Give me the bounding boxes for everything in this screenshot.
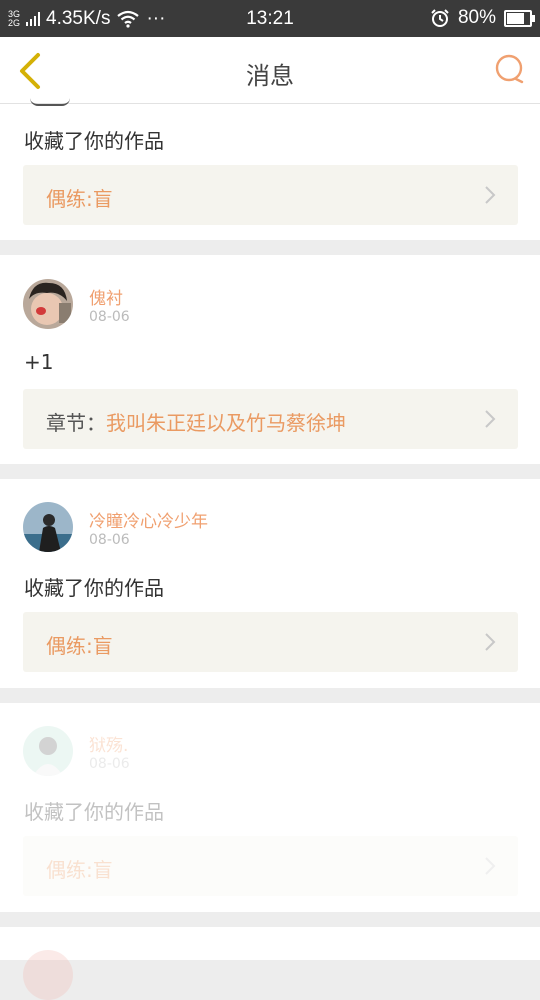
username[interactable]: 傀衬 bbox=[89, 284, 123, 309]
message-card: 收藏了你的作品 偶练:盲 bbox=[0, 104, 540, 240]
reference-title: 偶练:盲 bbox=[46, 187, 113, 211]
battery-icon bbox=[504, 9, 535, 27]
avatar[interactable] bbox=[23, 279, 73, 329]
username[interactable]: 狱殇. bbox=[89, 731, 128, 756]
message-card bbox=[0, 927, 540, 1000]
message-card: 冷瞳冷心冷少年 08-06 收藏了你的作品 偶练:盲 bbox=[0, 479, 540, 688]
reference-link[interactable]: 偶练:盲 bbox=[23, 165, 518, 225]
reference-link[interactable]: 偶练:盲 bbox=[23, 836, 518, 896]
chevron-right-icon bbox=[485, 857, 496, 875]
alarm-icon bbox=[431, 9, 449, 27]
message-date: 08-06 bbox=[89, 756, 130, 772]
avatar[interactable] bbox=[23, 950, 73, 1000]
reference-title: 偶练:盲 bbox=[46, 634, 113, 658]
message-text: +1 bbox=[24, 350, 54, 374]
avatar-partial bbox=[30, 98, 70, 106]
message-date: 08-06 bbox=[89, 532, 130, 548]
avatar[interactable] bbox=[23, 502, 73, 552]
message-text: 收藏了你的作品 bbox=[24, 576, 164, 600]
message-card: 狱殇. 08-06 收藏了你的作品 偶练:盲 bbox=[0, 703, 540, 912]
status-bar: 3G 2G 4.35K/s ··· 13:21 80% bbox=[0, 0, 540, 37]
search-button[interactable] bbox=[494, 53, 526, 85]
chevron-right-icon bbox=[485, 186, 496, 204]
message-text: 收藏了你的作品 bbox=[24, 800, 164, 824]
avatar[interactable] bbox=[23, 726, 73, 776]
message-date: 08-06 bbox=[89, 309, 130, 325]
reference-label: 章节： bbox=[46, 411, 106, 435]
reference-link[interactable]: 章节：我叫朱正廷以及竹马蔡徐坤 bbox=[23, 389, 518, 449]
battery-percent: 80% bbox=[457, 7, 496, 28]
nav-bar: 消息 bbox=[0, 37, 540, 104]
chevron-right-icon bbox=[485, 410, 496, 428]
reference-title: 偶练:盲 bbox=[46, 858, 113, 882]
message-text: 收藏了你的作品 bbox=[24, 129, 164, 153]
chevron-right-icon bbox=[485, 633, 496, 651]
message-card: 傀衬 08-06 +1 章节：我叫朱正廷以及竹马蔡徐坤 bbox=[0, 255, 540, 464]
page-title: 消息 bbox=[246, 62, 294, 90]
reference-title: 我叫朱正廷以及竹马蔡徐坤 bbox=[106, 411, 346, 435]
username[interactable]: 冷瞳冷心冷少年 bbox=[89, 507, 208, 532]
reference-link[interactable]: 偶练:盲 bbox=[23, 612, 518, 672]
